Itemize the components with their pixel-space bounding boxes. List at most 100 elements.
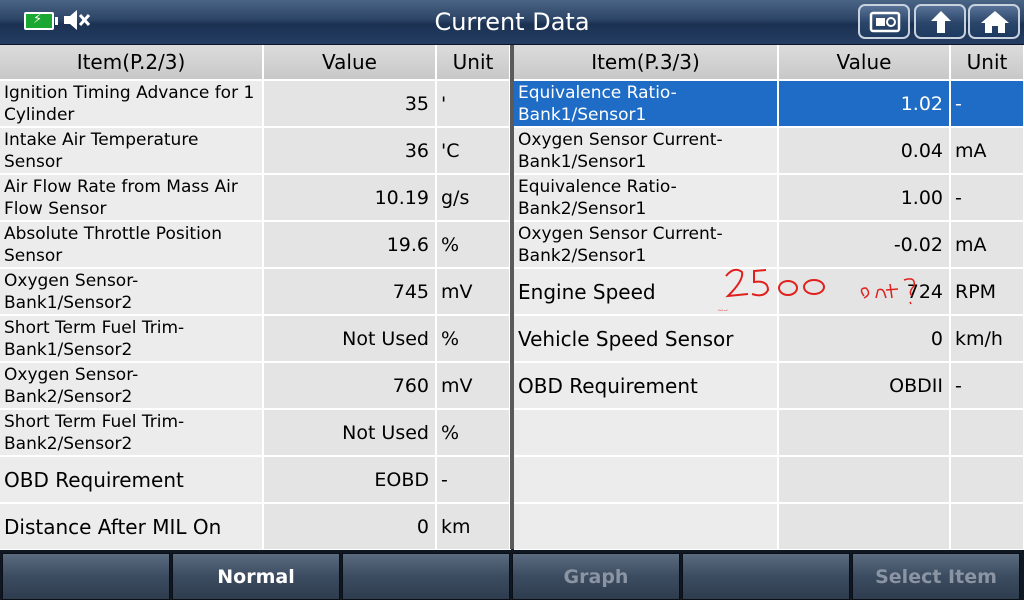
item-name: Ignition Timing Advance for 1 Cylinder [0, 80, 264, 128]
item-unit: km [436, 503, 511, 551]
item-value: 0.04 [778, 127, 951, 175]
item-name: Short Term Fuel Trim-Bank1/Sensor2 [0, 315, 264, 363]
left-data-panel: Item(P.2/3) Value Unit Ignition Timing A… [0, 45, 511, 551]
table-row[interactable]: OBD Requirement EOBD - [0, 456, 511, 504]
table-row[interactable]: Vehicle Speed Sensor 0 km/h [514, 315, 1024, 363]
item-unit: % [436, 221, 511, 269]
table-row[interactable]: Oxygen Sensor-Bank2/Sensor2 760 mV [0, 362, 511, 410]
item-value: EOBD [263, 456, 437, 504]
item-unit: mV [436, 268, 511, 316]
table-row-selected[interactable]: Equivalence Ratio-Bank1/Sensor1 1.02 - [514, 80, 1024, 128]
item-unit: 'C [436, 127, 511, 175]
item-value: 36 [263, 127, 437, 175]
toolbar-button-3[interactable] [342, 553, 510, 600]
item-unit [950, 503, 1024, 551]
item-unit [950, 409, 1024, 457]
column-header-item[interactable]: Item(P.2/3) [0, 45, 264, 81]
column-header-unit[interactable]: Unit [950, 45, 1024, 81]
item-name: OBD Requirement [0, 456, 264, 504]
column-header-unit[interactable]: Unit [436, 45, 511, 81]
item-value: 724 [778, 268, 951, 316]
home-icon [981, 11, 1009, 33]
item-name: Intake Air Temperature Sensor [0, 127, 264, 175]
back-button[interactable] [914, 4, 966, 39]
left-data-table: Item(P.2/3) Value Unit Ignition Timing A… [0, 45, 511, 551]
item-value: 760 [263, 362, 437, 410]
item-unit: g/s [436, 174, 511, 222]
table-row[interactable]: Absolute Throttle Position Sensor 19.6 % [0, 221, 511, 269]
item-unit: km/h [950, 315, 1024, 363]
column-header-value[interactable]: Value [263, 45, 437, 81]
screenshot-icon [869, 11, 901, 33]
column-header-item[interactable]: Item(P.3/3) [514, 45, 779, 81]
table-row-empty [514, 409, 1024, 457]
item-name: Oxygen Sensor-Bank2/Sensor2 [0, 362, 264, 410]
item-value: 745 [263, 268, 437, 316]
table-row[interactable]: Ignition Timing Advance for 1 Cylinder 3… [0, 80, 511, 128]
item-name: Absolute Throttle Position Sensor [0, 221, 264, 269]
item-name: Vehicle Speed Sensor [514, 315, 779, 363]
item-name: Oxygen Sensor-Bank1/Sensor2 [0, 268, 264, 316]
toolbar-button-5[interactable] [682, 553, 850, 600]
item-name [514, 456, 779, 504]
item-name: Engine Speed [514, 268, 779, 316]
item-name: Equivalence Ratio-Bank1/Sensor1 [514, 80, 779, 128]
column-header-value[interactable]: Value [778, 45, 951, 81]
item-unit: mA [950, 221, 1024, 269]
select-item-button[interactable]: Select Item [852, 553, 1020, 600]
item-unit: - [436, 456, 511, 504]
home-button[interactable] [968, 4, 1020, 39]
table-row[interactable]: Distance After MIL On 0 km [0, 503, 511, 551]
screenshot-button[interactable] [858, 4, 910, 39]
item-value: -0.02 [778, 221, 951, 269]
table-row[interactable]: OBD Requirement OBDII - [514, 362, 1024, 410]
item-value [778, 503, 951, 551]
item-unit: mV [436, 362, 511, 410]
table-row[interactable]: Short Term Fuel Trim-Bank2/Sensor2 Not U… [0, 409, 511, 457]
item-unit: % [436, 315, 511, 363]
item-unit: - [950, 362, 1024, 410]
item-value: 35 [263, 80, 437, 128]
item-value: Not Used [263, 409, 437, 457]
item-unit: ' [436, 80, 511, 128]
item-value [778, 409, 951, 457]
item-name: Short Term Fuel Trim-Bank2/Sensor2 [0, 409, 264, 457]
item-value: 19.6 [263, 221, 437, 269]
item-value: Not Used [263, 315, 437, 363]
item-unit: - [950, 80, 1024, 128]
table-row-empty [514, 503, 1024, 551]
table-row[interactable]: Air Flow Rate from Mass Air Flow Sensor … [0, 174, 511, 222]
item-value: 10.19 [263, 174, 437, 222]
item-value: 0 [263, 503, 437, 551]
toolbar-button-1[interactable] [2, 553, 170, 600]
table-row[interactable]: Oxygen Sensor Current-Bank1/Sensor1 0.04… [514, 127, 1024, 175]
table-row[interactable]: Short Term Fuel Trim-Bank1/Sensor2 Not U… [0, 315, 511, 363]
table-row[interactable]: Oxygen Sensor Current-Bank2/Sensor1 -0.0… [514, 221, 1024, 269]
right-data-table: Item(P.3/3) Value Unit Equivalence Ratio… [514, 45, 1024, 551]
item-value: OBDII [778, 362, 951, 410]
item-value: 1.02 [778, 80, 951, 128]
item-name: Oxygen Sensor Current-Bank2/Sensor1 [514, 221, 779, 269]
table-row[interactable]: Intake Air Temperature Sensor 36 'C [0, 127, 511, 175]
item-name [514, 409, 779, 457]
table-row[interactable]: Equivalence Ratio-Bank2/Sensor1 1.00 - [514, 174, 1024, 222]
title-bar: ⚡ Current Data [0, 0, 1024, 45]
back-arrow-icon [931, 11, 951, 33]
item-name: Air Flow Rate from Mass Air Flow Sensor [0, 174, 264, 222]
table-row[interactable]: Oxygen Sensor-Bank1/Sensor2 745 mV [0, 268, 511, 316]
item-value: 1.00 [778, 174, 951, 222]
item-unit [950, 456, 1024, 504]
table-row[interactable]: Engine Speed 724 RPM [514, 268, 1024, 316]
item-unit: RPM [950, 268, 1024, 316]
bottom-toolbar: Normal Graph Select Item [0, 550, 1024, 600]
item-name: Equivalence Ratio-Bank2/Sensor1 [514, 174, 779, 222]
item-name: Oxygen Sensor Current-Bank1/Sensor1 [514, 127, 779, 175]
item-value [778, 456, 951, 504]
graph-button[interactable]: Graph [512, 553, 680, 600]
normal-button[interactable]: Normal [172, 553, 340, 600]
item-unit: mA [950, 127, 1024, 175]
item-value: 0 [778, 315, 951, 363]
item-unit: - [950, 174, 1024, 222]
table-row-empty [514, 456, 1024, 504]
right-data-panel: Item(P.3/3) Value Unit Equivalence Ratio… [514, 45, 1024, 551]
